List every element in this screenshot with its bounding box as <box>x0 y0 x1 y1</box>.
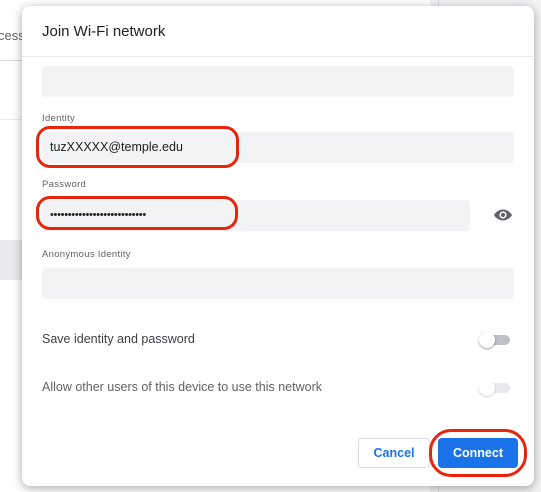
toggle-knob <box>479 332 495 348</box>
anonymous-identity-label: Anonymous Identity <box>42 249 131 260</box>
password-field[interactable]: ••••••••••••••••••••••••••• <box>42 200 470 231</box>
identity-label: Identity <box>42 113 76 124</box>
cancel-button[interactable]: Cancel <box>358 438 430 468</box>
upper-field[interactable] <box>42 66 514 97</box>
share-network-label: Allow other users of this device to use … <box>42 380 322 394</box>
identity-field[interactable]: tuzXXXXX@temple.edu <box>42 132 514 163</box>
connect-button[interactable]: Connect <box>438 438 518 468</box>
title-divider <box>22 56 534 57</box>
join-wifi-dialog: Join Wi-Fi network Identity tuzXXXXX@tem… <box>22 6 534 486</box>
eye-icon[interactable] <box>493 207 513 223</box>
password-label: Password <box>42 179 87 190</box>
dialog-title: Join Wi-Fi network <box>42 23 166 40</box>
share-network-toggle[interactable] <box>479 380 513 396</box>
toggle-knob <box>479 380 495 396</box>
save-identity-toggle[interactable] <box>479 332 513 348</box>
save-identity-label: Save identity and password <box>42 332 195 346</box>
anonymous-identity-field[interactable] <box>42 268 514 299</box>
